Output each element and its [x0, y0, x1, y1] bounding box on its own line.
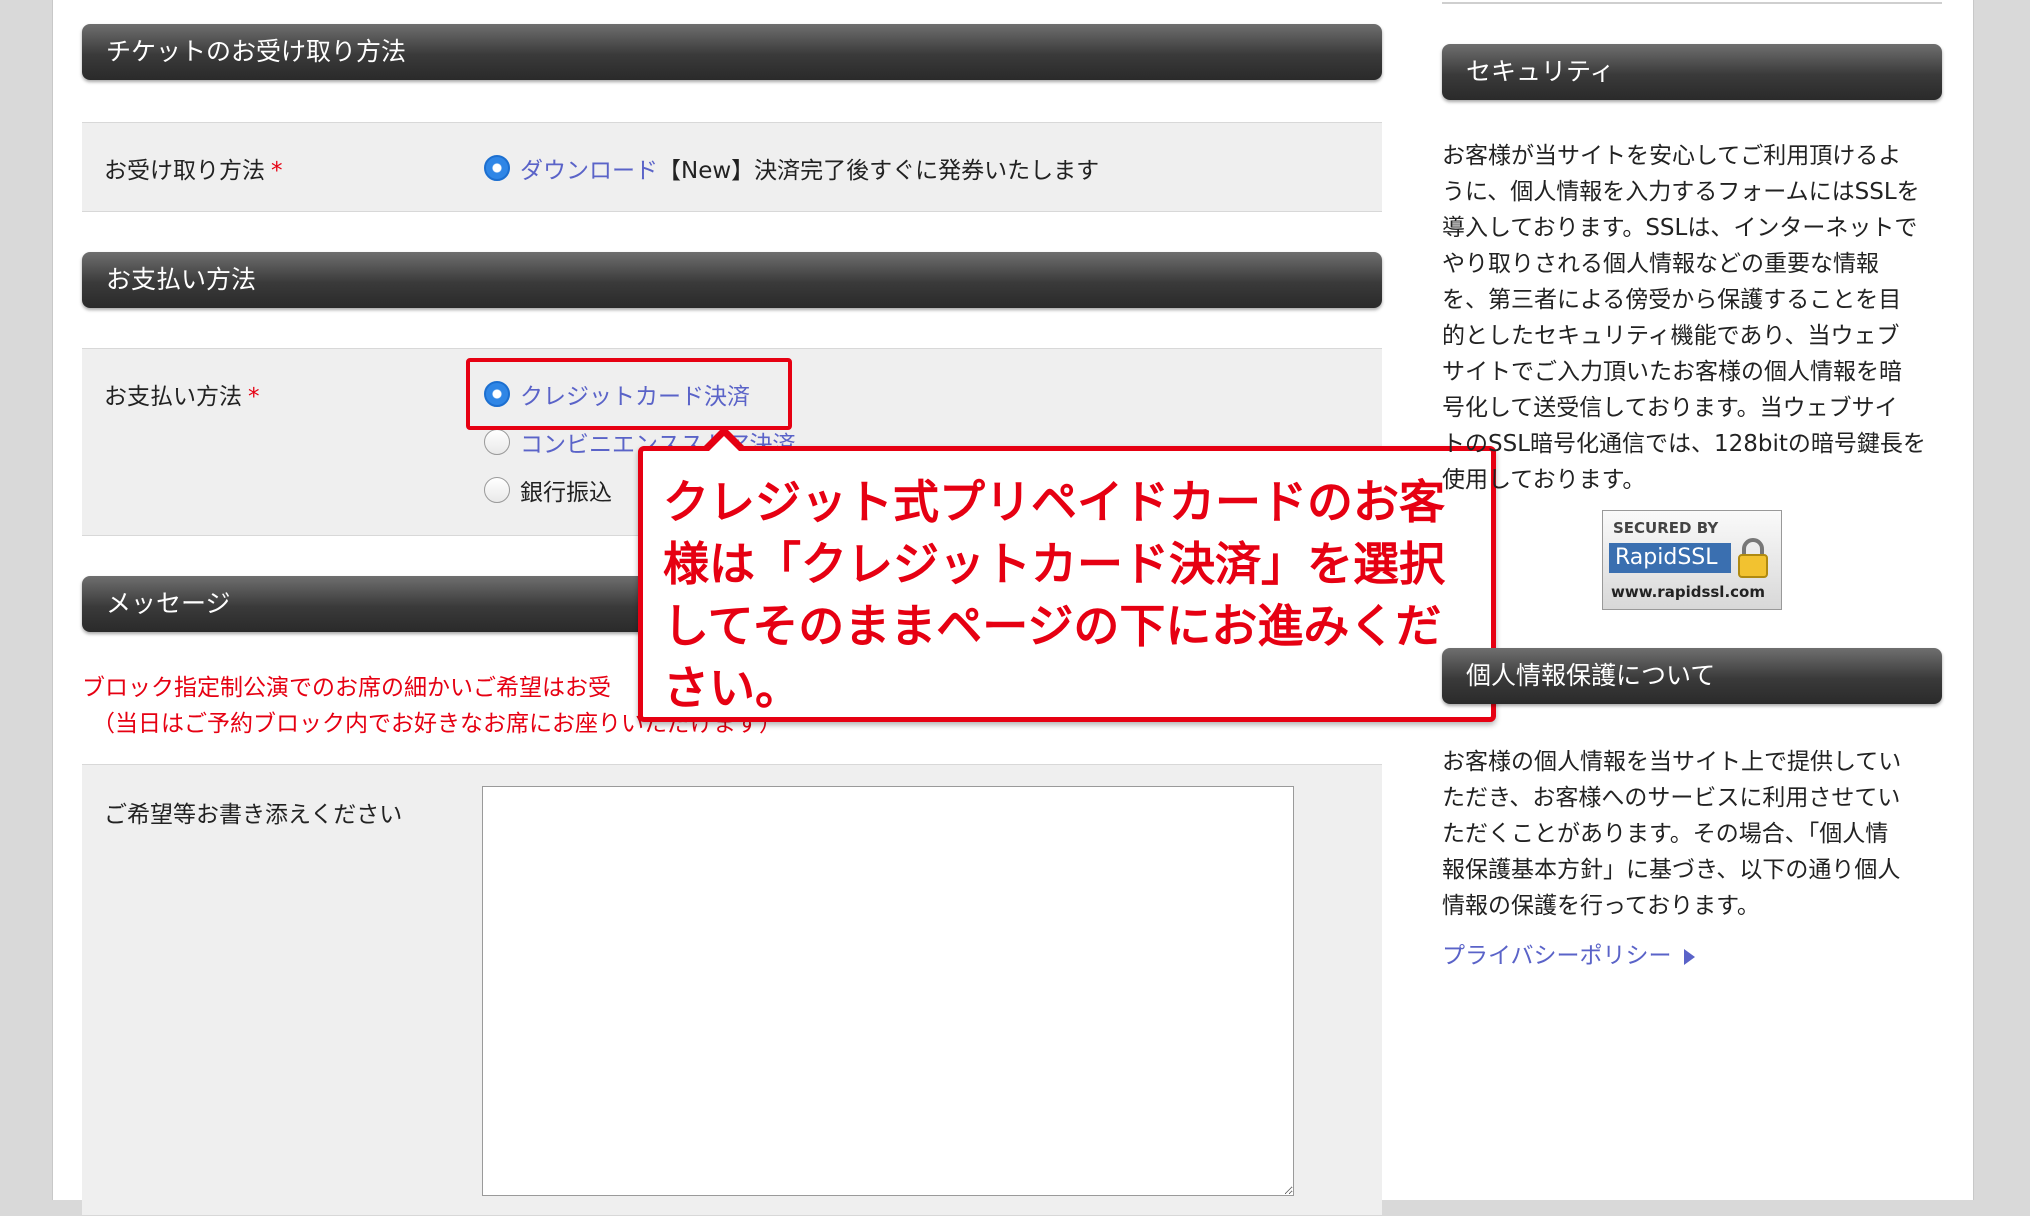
download-note: 【New】決済完了後すぐに発券いたします: [658, 158, 1100, 184]
rapidssl-badge[interactable]: SECURED BY RapidSSL www.rapidssl.com: [1602, 510, 1782, 610]
message-note-1: ブロック指定制公演でのお席の細かいご希望はお受: [82, 675, 611, 701]
padlock-icon: [1738, 538, 1768, 578]
section-header-payment: お支払い方法: [82, 252, 1382, 308]
required-mark: *: [248, 384, 260, 410]
option-bank-transfer[interactable]: 銀行振込: [520, 473, 612, 507]
message-field-label: ご希望等お書き添えください: [104, 802, 403, 828]
callout-text: クレジット式プリペイドカードのお客様は「クレジットカード決済」を選択してそのまま…: [663, 475, 1445, 715]
message-textarea[interactable]: [482, 786, 1294, 1196]
radio-bank-transfer[interactable]: [484, 477, 510, 503]
receive-method-label: お受け取り方法 *: [104, 158, 283, 184]
radio-download[interactable]: [484, 155, 510, 181]
sidebar-header-security: セキュリティ: [1442, 44, 1942, 100]
security-text: お客様が当サイトを安心してご利用頂けるよ うに、個人情報を入力するフォームにはS…: [1442, 143, 1926, 493]
receive-option: ダウンロード【New】決済完了後すぐに発券いたします: [520, 151, 1099, 185]
radio-convenience-store[interactable]: [484, 429, 510, 455]
sidebar-divider: [1442, 2, 1942, 4]
credit-card-highlight-box: [466, 358, 792, 430]
privacy-policy-link[interactable]: プライバシーポリシー: [1442, 936, 1695, 970]
callout-pointer-inner: [707, 436, 741, 453]
receive-method-row: お受け取り方法 * ダウンロード【New】決済完了後すぐに発券いたします: [82, 122, 1382, 212]
instruction-callout: クレジット式プリペイドカードのお客様は「クレジットカード決済」を選択してそのまま…: [638, 446, 1496, 722]
required-mark: *: [271, 158, 283, 184]
arrow-right-icon: [1683, 948, 1695, 965]
download-link[interactable]: ダウンロード: [520, 158, 658, 184]
payment-method-label: お支払い方法 *: [104, 384, 260, 410]
privacy-text: お客様の個人情報を当サイト上で提供してい ただき、お客様へのサービスに利用させて…: [1442, 749, 1902, 919]
sidebar-header-privacy: 個人情報保護について: [1442, 648, 1942, 704]
section-header-ticket: チケットのお受け取り方法: [82, 24, 1382, 80]
